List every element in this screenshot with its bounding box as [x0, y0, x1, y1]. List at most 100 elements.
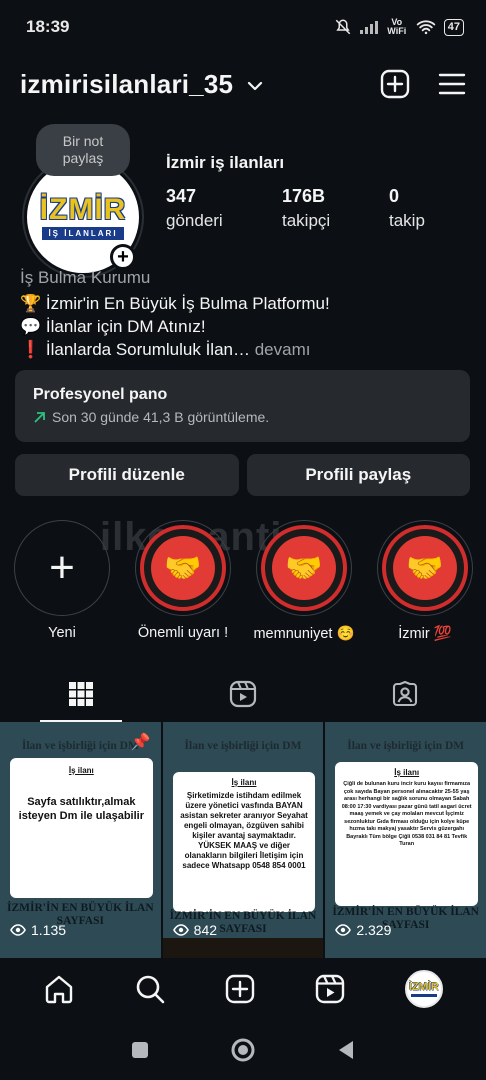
handshake-icon: 🤝	[272, 536, 336, 600]
create-post-icon[interactable]	[224, 973, 256, 1005]
username[interactable]: izmirisilanlari_35	[20, 69, 233, 100]
tab-tagged[interactable]	[324, 666, 486, 722]
post-header: İlan ve işbirliği için DM	[347, 740, 465, 752]
profile-bio: 🏆 İzmir'in En Büyük İş Bulma Platformu! …	[20, 292, 470, 361]
stat-label: takip	[389, 211, 425, 230]
bio-line: 🏆 İzmir'in En Büyük İş Bulma Platformu!	[20, 294, 330, 313]
profile-stats: 347 gönderi 176B takipçi 0 takip	[166, 186, 425, 231]
tagged-icon	[392, 680, 418, 707]
post-card-title: İş ilanı	[68, 766, 94, 775]
bio-more-link[interactable]: devamı	[250, 340, 311, 359]
post-card: İş ilanı Sayfa satılıktır,almak isteyen …	[10, 758, 153, 898]
stat-posts[interactable]: 347 gönderi	[166, 186, 282, 231]
back-icon[interactable]	[336, 1039, 356, 1061]
bottom-navigation: İZMİR	[0, 958, 486, 1020]
highlight-circle: 🤝	[377, 520, 473, 616]
post-grid: İlan ve işbirliği için DM 📌 İş ilanı Say…	[0, 722, 486, 958]
tab-reels[interactable]	[162, 666, 324, 722]
post-card-body: Çiğli de bulunan kuru incir kuru kayısı …	[341, 781, 472, 847]
bio-line: 💬 İlanlar için DM Atınız!	[20, 317, 206, 336]
plus-icon: +	[49, 543, 75, 592]
home-icon[interactable]	[43, 973, 75, 1005]
bio-line: ❗ İlanlarda Sorumluluk İlan…	[20, 340, 250, 359]
wifi-icon	[416, 20, 435, 35]
dashboard-subtitle: Son 30 günde 41,3 B görüntüleme.	[52, 409, 270, 425]
post-card: İş ilanı Şirketimizde istihdam edilmek ü…	[172, 772, 316, 912]
dashboard-title: Profesyonel pano	[33, 386, 168, 403]
highlight-circle: 🤝	[256, 520, 352, 616]
profile-tabs	[0, 666, 486, 722]
stat-label: gönderi	[166, 211, 223, 230]
post-card-title: İş ilanı	[394, 768, 420, 777]
display-name: İzmir iş ilanları	[166, 153, 285, 172]
post-bottom-strip	[0, 938, 161, 958]
profile-category: İş Bulma Kurumu	[20, 268, 151, 287]
stat-following[interactable]: 0 takip	[389, 186, 425, 231]
bio-line-last: ❗ İlanlarda Sorumluluk İlan… devamı	[20, 338, 470, 361]
mini-logo-text: İZMİR	[408, 980, 439, 993]
dashboard-subtitle-row: Son 30 günde 41,3 B görüntüleme.	[33, 409, 452, 425]
post-card-body: Sayfa satılıktır,almak isteyen Dm ile ul…	[18, 796, 144, 822]
reels-icon	[229, 680, 257, 708]
post-header: İlan ve işbirliği için DM	[184, 740, 302, 752]
system-navigation	[0, 1020, 486, 1080]
note-bubble[interactable]: Bir not paylaş	[36, 124, 130, 176]
search-icon[interactable]	[134, 973, 166, 1005]
post-card-title: İş ilanı	[231, 778, 257, 787]
profile-nav-avatar[interactable]: İZMİR	[404, 970, 443, 1008]
highlight-item[interactable]: 🤝 İzmir 💯	[377, 520, 473, 642]
highlight-label: İzmir 💯	[398, 626, 452, 642]
stat-value: 0	[389, 186, 400, 206]
status-time: 18:39	[26, 17, 70, 36]
highlight-new[interactable]: + Yeni	[14, 520, 110, 642]
menu-icon[interactable]	[438, 72, 466, 96]
logo-text: İZMİR	[39, 192, 127, 226]
view-count: 842	[193, 922, 218, 938]
highlight-label: Önemli uyarı !	[137, 625, 229, 641]
post-thumbnail[interactable]: İlan ve işbirliği için DM İş ilanı Şirke…	[162, 722, 324, 958]
stat-followers[interactable]: 176B takipçi	[282, 186, 389, 231]
profile-actions: Profili düzenle Profili paylaş	[15, 454, 470, 496]
logo-subtext: İŞ İLANLARI	[42, 226, 124, 240]
signal-icon	[359, 20, 378, 34]
stat-label: takipçi	[282, 211, 331, 230]
chevron-down-icon[interactable]	[247, 81, 263, 91]
post-bottom-strip	[162, 938, 324, 958]
profile-header: izmirisilanlari_35	[20, 58, 466, 110]
eye-icon	[10, 924, 26, 936]
post-views: 842	[172, 922, 218, 938]
post-views: 2.329	[335, 922, 391, 938]
post-bottom-strip	[325, 938, 486, 958]
post-card-body: Şirketimizde istihdam edilmek üzere yöne…	[180, 791, 308, 870]
view-count: 1.135	[31, 922, 67, 938]
highlight-circle: 🤝	[135, 520, 231, 616]
highlight-item[interactable]: 🤝 Önemli uyarı !	[135, 520, 231, 642]
pin-icon: 📌	[130, 734, 151, 751]
post-thumbnail[interactable]: İlan ve işbirliği için DM 📌 İş ilanı Say…	[0, 722, 161, 958]
highlight-item[interactable]: 🤝 memnuniyet ☺️	[253, 520, 355, 642]
view-count: 2.329	[356, 922, 392, 938]
professional-dashboard[interactable]: Profesyonel pano Son 30 günde 41,3 B gör…	[15, 370, 470, 442]
recents-icon[interactable]	[130, 1040, 150, 1060]
eye-icon	[172, 924, 189, 936]
add-story-icon[interactable]: +	[110, 244, 136, 270]
battery-indicator: 47	[443, 18, 464, 36]
share-profile-button[interactable]: Profili paylaş	[246, 454, 470, 496]
handshake-icon: 🤝	[151, 536, 215, 600]
home-button-icon[interactable]	[230, 1037, 256, 1063]
status-bar: 18:39 Vo WiFi 47	[0, 0, 486, 54]
tab-grid[interactable]	[0, 666, 162, 722]
stat-value: 347	[166, 186, 197, 206]
post-thumbnail[interactable]: İlan ve işbirliği için DM İş ilanı Çiğli…	[325, 722, 486, 958]
mute-icon	[335, 19, 351, 35]
reels-nav-icon[interactable]	[314, 973, 346, 1005]
highlight-circle: +	[14, 520, 110, 616]
handshake-icon: 🤝	[393, 536, 457, 600]
create-icon[interactable]	[380, 69, 410, 99]
edit-profile-button[interactable]: Profili düzenle	[15, 454, 239, 496]
grid-icon	[69, 682, 93, 706]
network-label: Vo WiFi	[387, 17, 407, 36]
trend-arrow-icon	[34, 411, 45, 423]
highlight-label: memnuniyet ☺️	[253, 626, 355, 642]
mini-logo-bar	[410, 993, 437, 997]
